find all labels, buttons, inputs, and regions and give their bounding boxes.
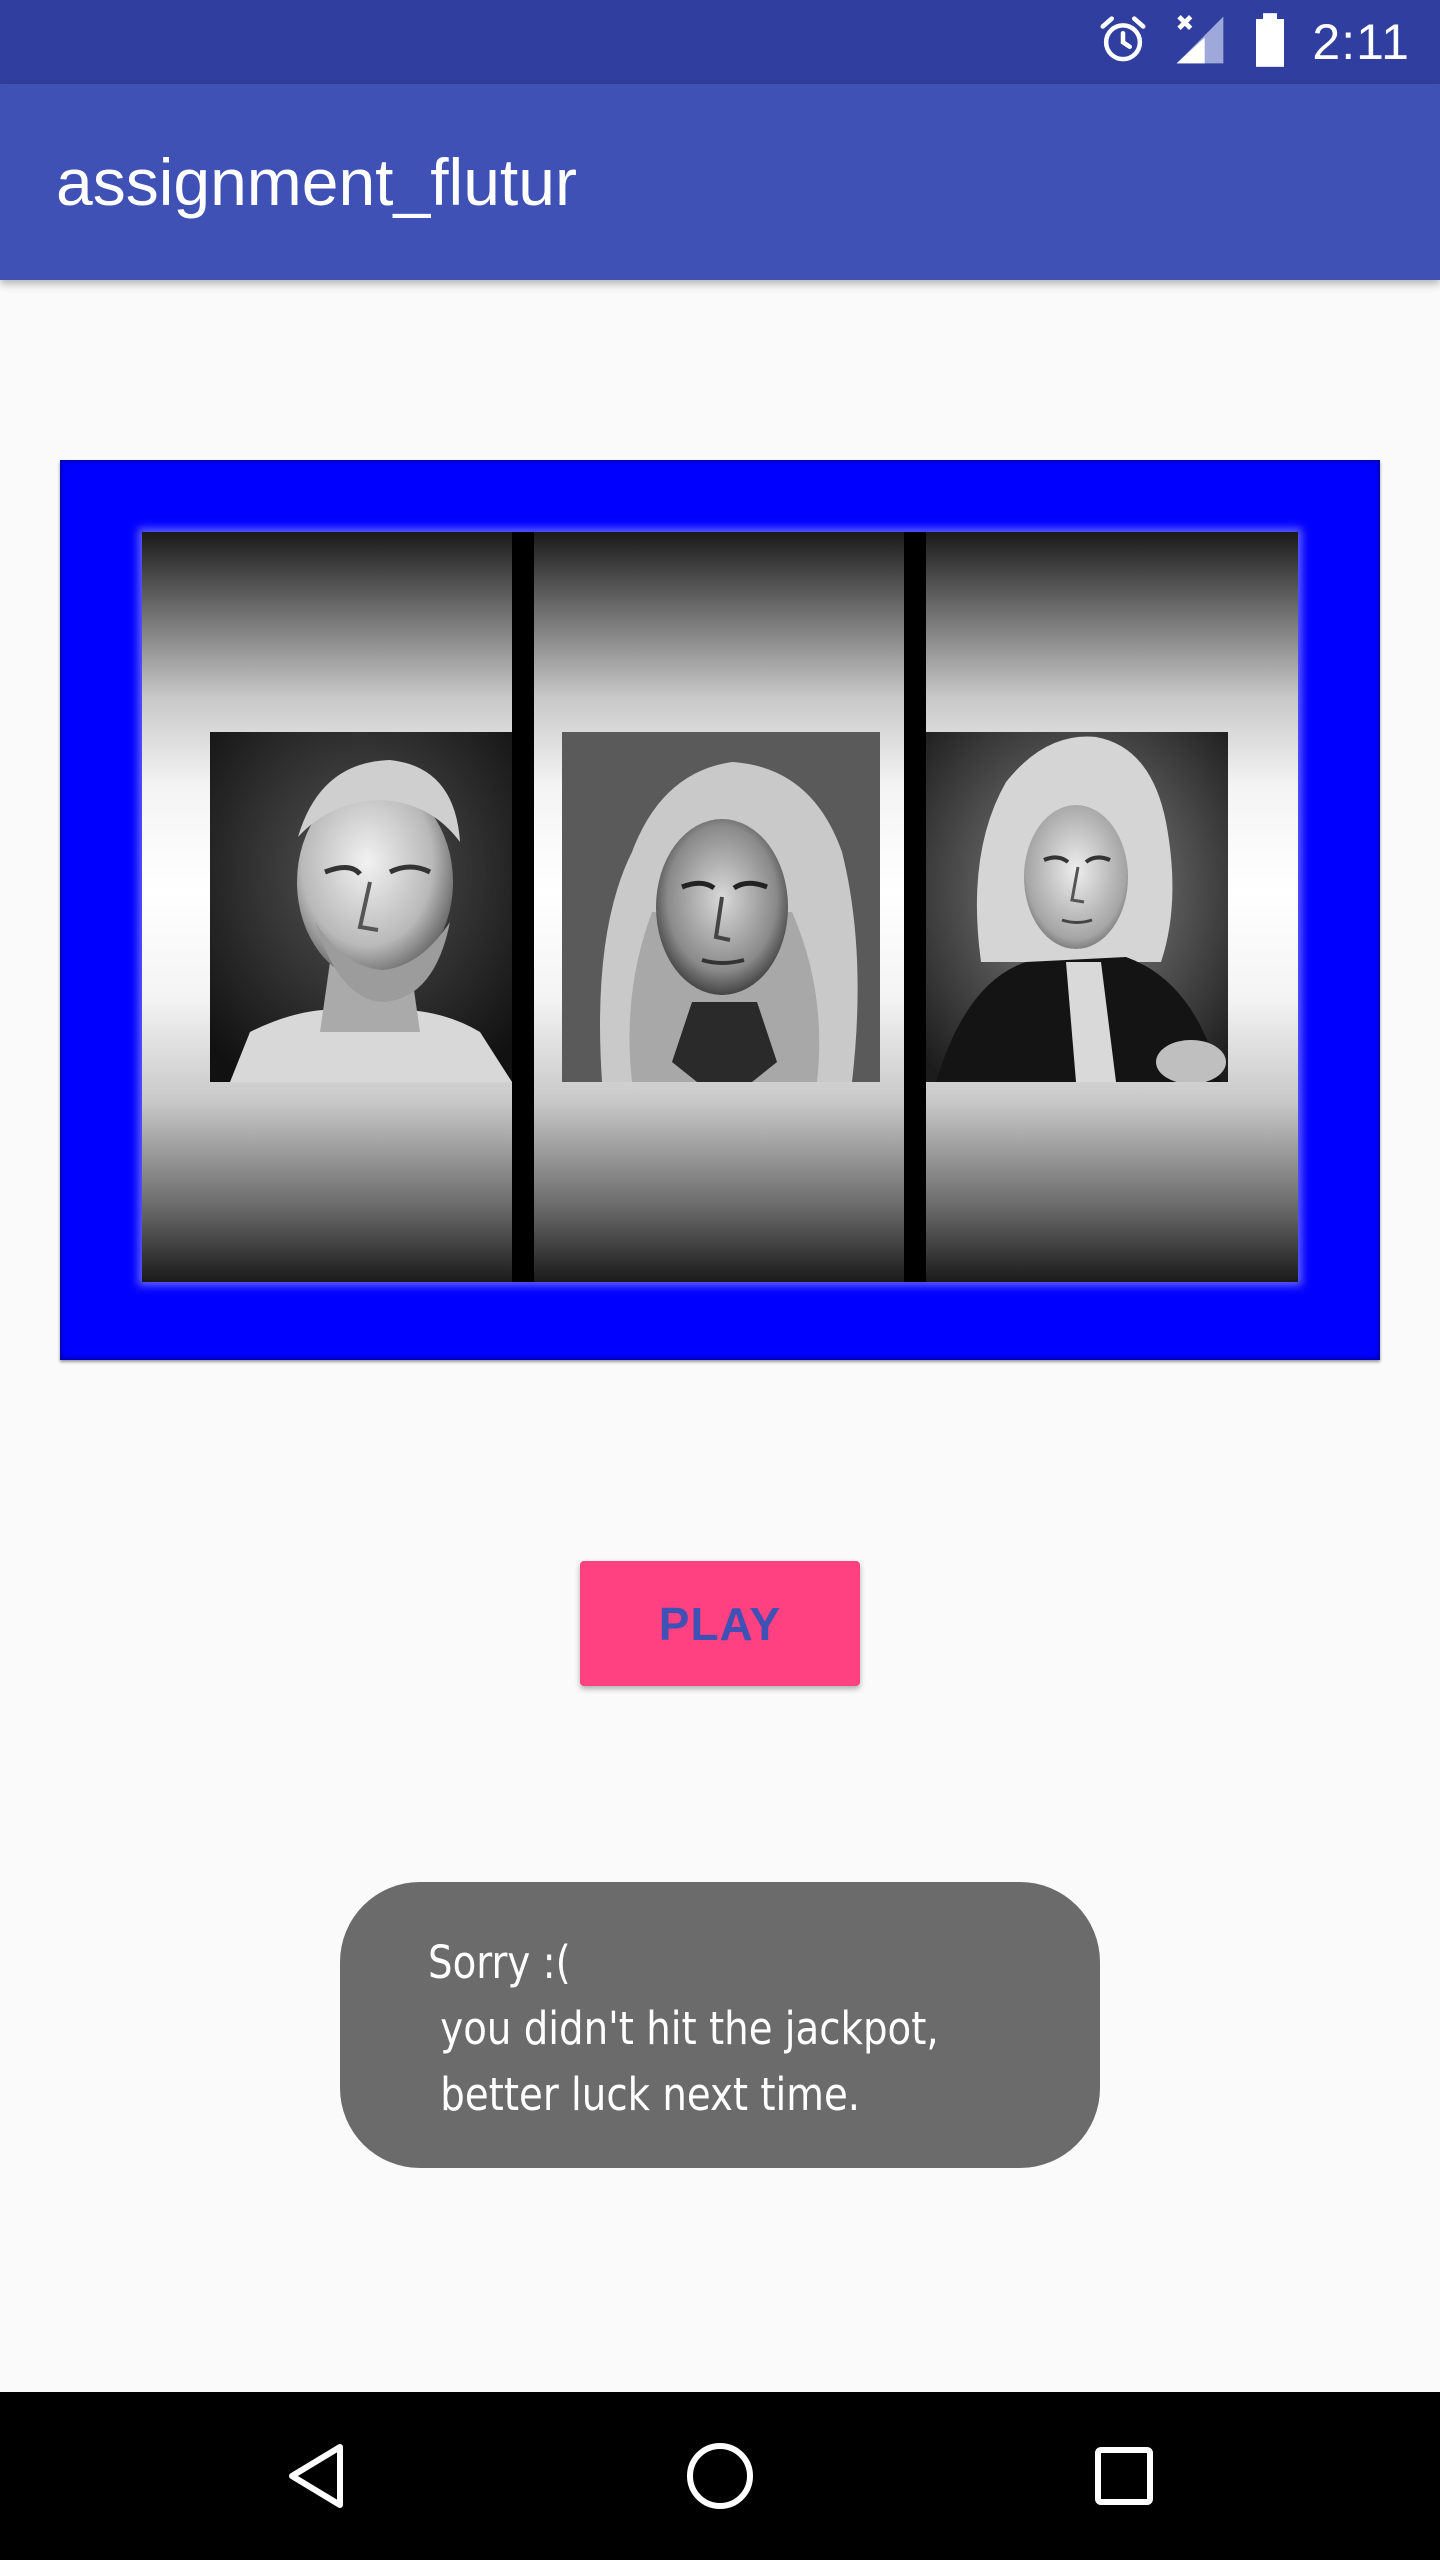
toast-text: Sorry :( you didn't hit the jackpot, bet… [428,1936,939,2121]
app-title: assignment_flutur [56,145,577,219]
screen: 2:11 assignment_flutur PLAY Sorry:(you… [0,0,1440,2560]
reel-divider [904,532,926,1282]
slot-machine-frame [60,460,1380,1360]
back-icon[interactable] [236,2392,396,2560]
reel-1 [142,532,512,1282]
play-button[interactable]: PLAY [580,1561,860,1686]
alexander-pope-portrait [926,732,1228,1082]
status-time: 2:11 [1312,14,1410,70]
navigation-bar [0,2392,1440,2560]
battery-icon [1250,12,1290,73]
reel-divider [512,532,534,1282]
recents-icon[interactable] [1044,2392,1204,2560]
status-bar: 2:11 [0,0,1440,84]
reel-2 [534,532,904,1282]
status-icons: 2:11 [1096,0,1410,84]
alarm-icon [1096,13,1150,72]
home-icon[interactable] [640,2392,800,2560]
signal-no-data-icon [1172,12,1228,73]
app-bar: assignment_flutur [0,84,1440,280]
reel-3 [926,532,1298,1282]
slot-machine-reels [142,532,1298,1282]
toast-message: Sorry :( you didn't hit the jackpot, bet… [340,1882,1100,2168]
hannibal-bust-portrait [210,732,512,1082]
isaac-newton-portrait [562,732,880,1082]
